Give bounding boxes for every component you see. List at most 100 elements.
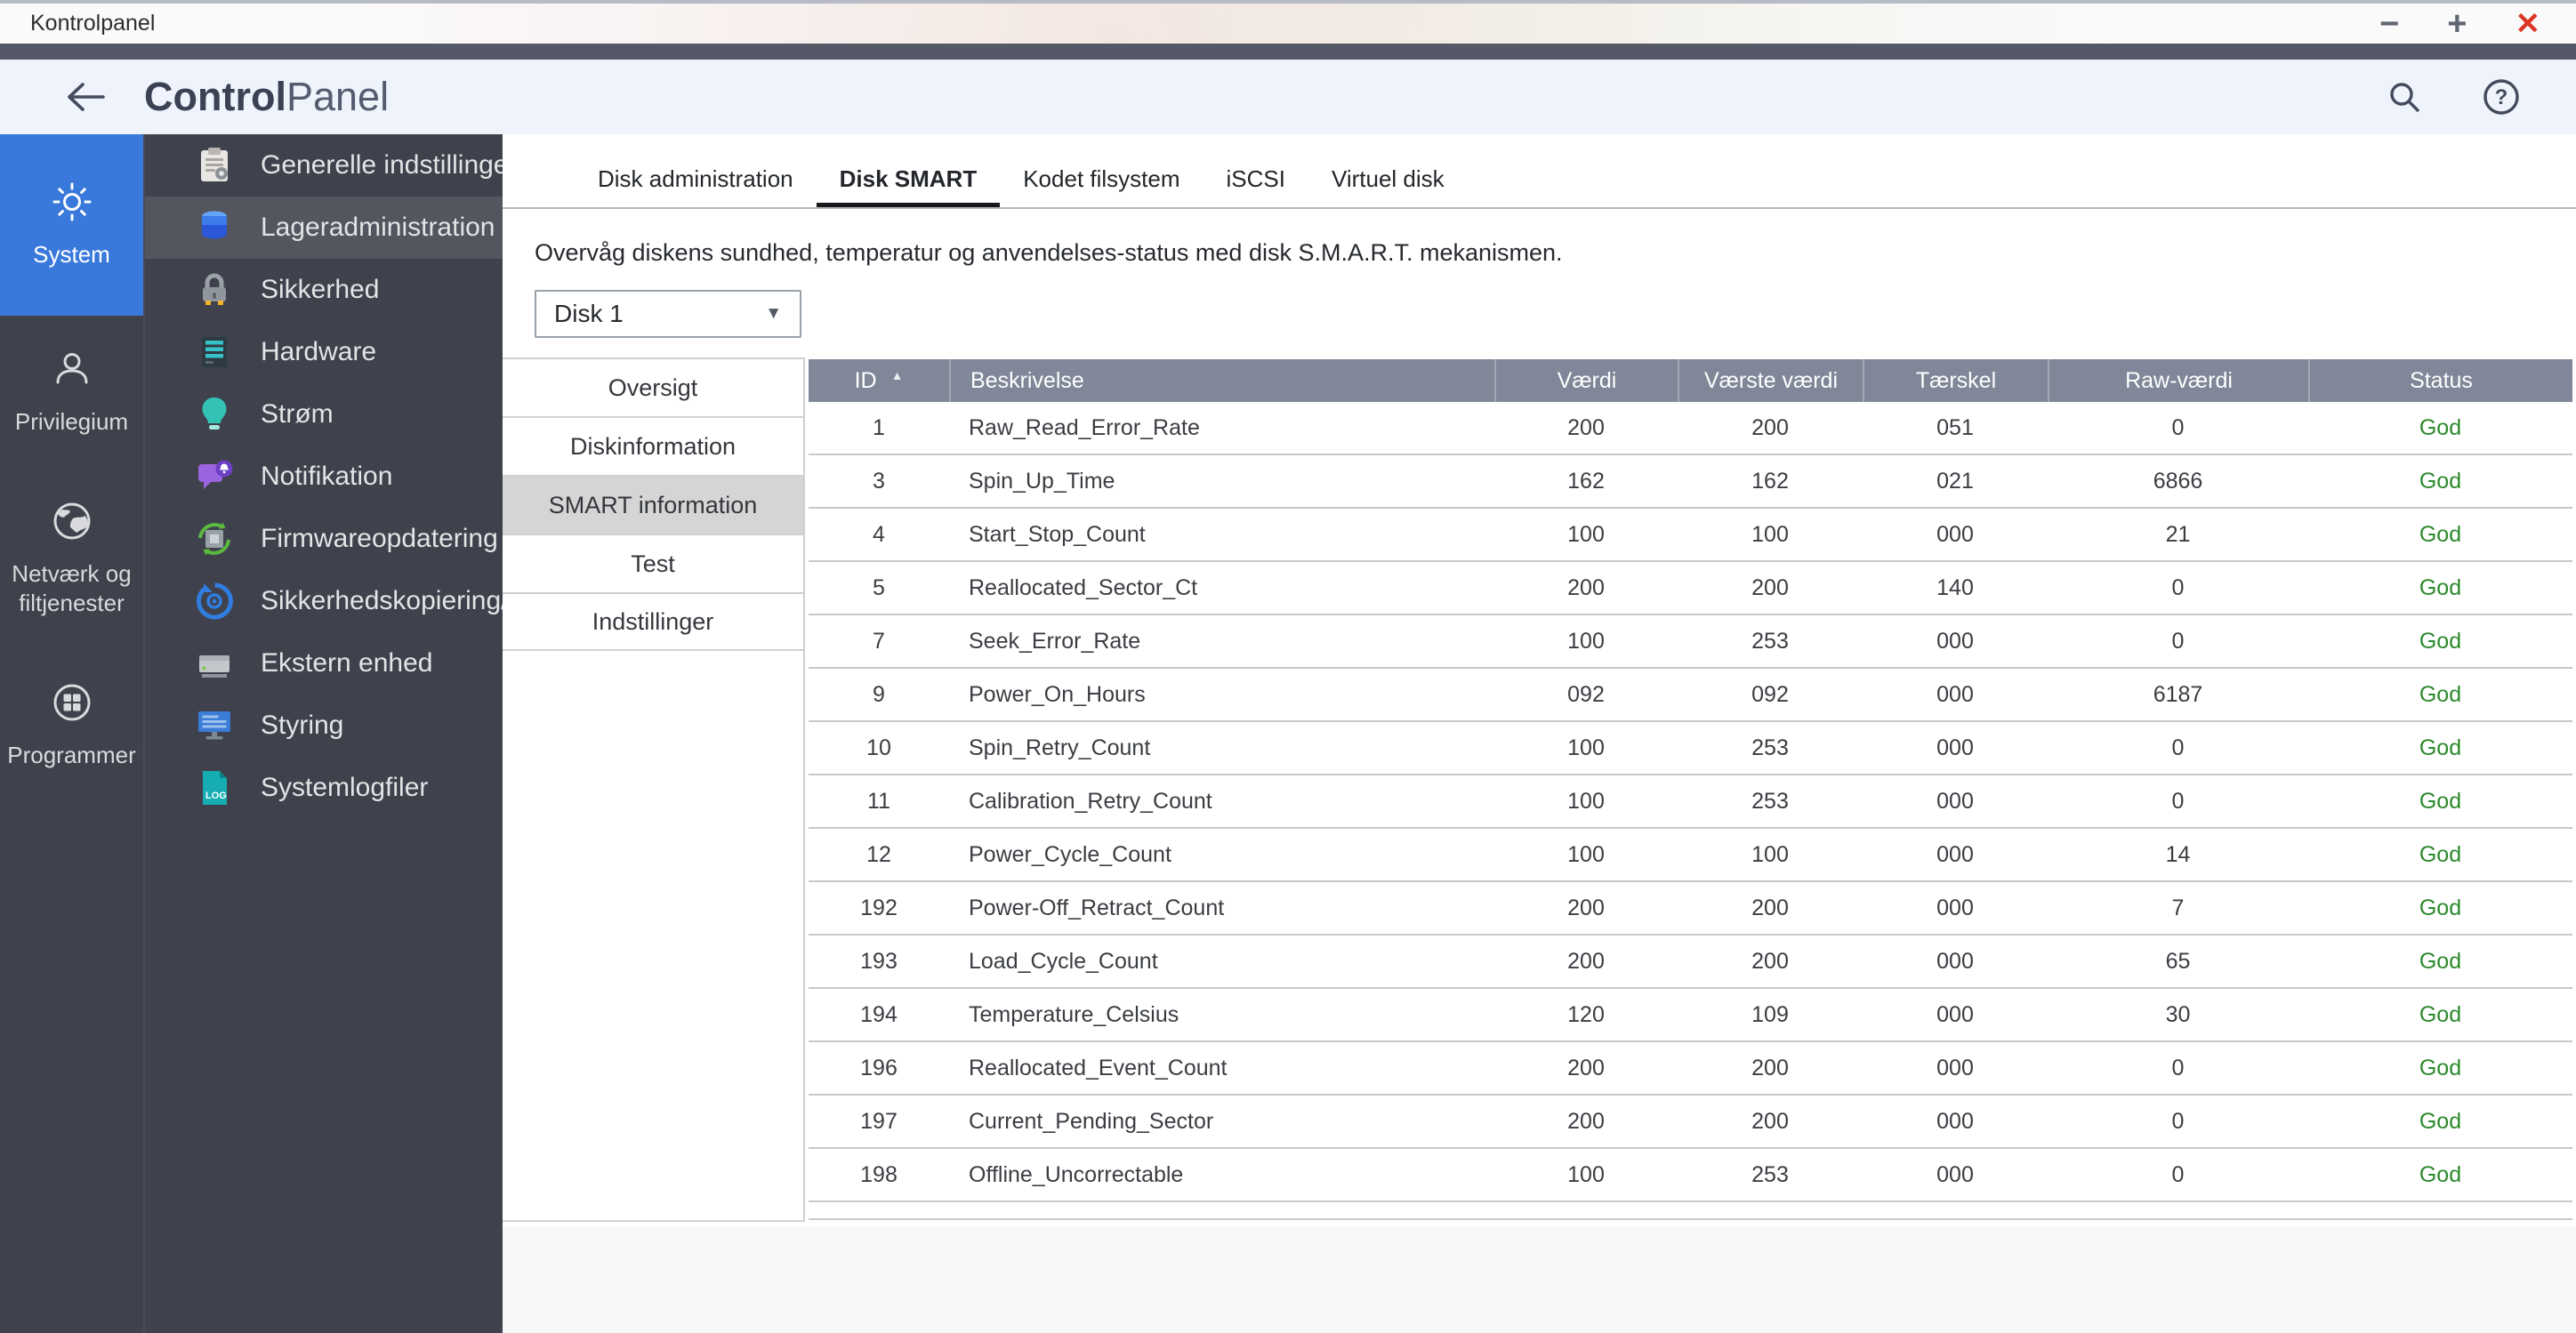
content-footer-strip [503,1227,2576,1333]
category-item-backup[interactable]: Sikkerhedskopiering/Gen... [145,570,503,632]
table-cell: 6866 [2153,468,2203,494]
table-row[interactable]: 198 Offline_Uncorrectable 100 253 000 0 God [809,1149,2572,1202]
category-item-security[interactable]: Sikkerhed [145,259,503,321]
column-header-label: Værdi [1557,367,1617,393]
table-cell: 000 [1936,895,1974,920]
table-cell: 200 [1567,1108,1605,1134]
table-row[interactable]: 194 Temperature_Celsius 120 109 000 30 God [809,989,2572,1042]
category-item-label: Sikkerhedskopiering/Gen... [261,586,503,615]
category-item-storage[interactable]: Lageradministration [145,197,503,259]
help-icon[interactable]: ? [2482,77,2521,116]
table-row[interactable]: 193 Load_Cycle_Count 200 200 000 65 God [809,936,2572,989]
back-button[interactable] [66,81,107,113]
column-header-værdi[interactable]: Værdi [1494,359,1678,402]
table-cell: 194 [860,1001,898,1027]
category-item-notification[interactable]: Notifikation [145,446,503,508]
table-cell: 100 [1751,521,1789,547]
section-smart-information[interactable]: SMART information [503,475,803,534]
table-cell: Load_Cycle_Count [969,948,1158,974]
sync-icon [195,582,234,621]
table-cell: Current_Pending_Sector [969,1108,1214,1134]
tab-kodet-filsystem[interactable]: Kodet filsystem [1000,165,1203,207]
drive-icon [195,644,234,683]
gear-icon [51,181,93,228]
table-cell: 109 [1751,1001,1789,1027]
table-row[interactable]: 192 Power-Off_Retract_Count 200 200 000 7 God [809,882,2572,936]
table-cell: 200 [1751,574,1789,600]
table-row[interactable]: 7 Seek_Error_Rate 100 253 000 0 God [809,615,2572,669]
table-cell: Reallocated_Sector_Ct [969,574,1198,600]
table-row[interactable]: 10 Spin_Retry_Count 100 253 000 0 God [809,722,2572,775]
maximize-button[interactable]: + [2447,7,2467,41]
search-icon[interactable] [2386,78,2423,116]
tab-virtuel-disk[interactable]: Virtuel disk [1308,165,1468,207]
table-cell: 092 [1751,681,1789,707]
category-item-external[interactable]: Ekstern enhed [145,632,503,695]
status-cell: God [2419,628,2462,654]
column-header-beskrivelse[interactable]: Beskrivelse [949,359,1494,402]
table-cell: Start_Stop_Count [969,521,1146,547]
table-cell: 000 [1936,681,1974,707]
status-cell: God [2419,521,2462,547]
table-row[interactable]: 4 Start_Stop_Count 100 100 000 21 God [809,509,2572,562]
column-header-status[interactable]: Status [2308,359,2572,402]
category-item-hardware[interactable]: Hardware [145,321,503,383]
status-cell: God [2419,735,2462,760]
column-header-tærskel[interactable]: Tærskel [1863,359,2048,402]
table-row[interactable]: 12 Power_Cycle_Count 100 100 000 14 God [809,829,2572,882]
sidebar-item-applications[interactable]: Programmer [0,649,143,802]
section-indstillinger[interactable]: Indstillinger [503,592,803,651]
column-header-raw-værdi[interactable]: Raw-værdi [2048,359,2308,402]
disk-select-value: Disk 1 [554,300,624,327]
tab-disk-smart[interactable]: Disk SMART [816,165,1001,207]
sidebar-item-network[interactable]: Netværk og filtjenester [0,468,143,649]
column-header-id[interactable]: ID ▲ [809,359,949,402]
category-item-label: Styring [261,711,344,740]
category-item-general[interactable]: Generelle indstillinger [145,134,503,197]
column-header-værste-værdi[interactable]: Værste værdi [1678,359,1863,402]
tab-iscsi[interactable]: iSCSI [1203,165,1308,207]
table-row[interactable]: 196 Reallocated_Event_Count 200 200 000 0 God [809,1042,2572,1096]
category-item-control[interactable]: Styring [145,695,503,757]
logdoc-icon: LOG [195,768,234,807]
table-cell: Reallocated_Event_Count [969,1055,1228,1080]
section-diskinformation[interactable]: Diskinformation [503,416,803,475]
category-item-power[interactable]: Strøm [145,383,503,446]
table-row[interactable]: 11 Calibration_Retry_Count 100 253 000 0 God [809,775,2572,829]
status-cell: God [2419,948,2462,974]
status-cell: God [2419,468,2462,494]
table-row[interactable]: 197 Current_Pending_Sector 200 200 000 0 God [809,1096,2572,1149]
description-text: Overvåg diskens sundhed, temperatur og a… [535,239,1563,266]
svg-text:LOG: LOG [205,791,227,801]
sidebar-item-system[interactable]: System [0,134,143,316]
category-item-label: Firmwareopdatering [261,524,498,553]
category-item-label: Lageradministration [261,213,495,242]
disk-select[interactable]: Disk 1 ▼ [535,290,801,338]
chip-icon [195,519,234,558]
table-cell: 253 [1751,735,1789,760]
table-cell: 120 [1567,1001,1605,1027]
section-test[interactable]: Test [503,534,803,592]
close-button[interactable]: ✕ [2516,9,2541,39]
category-item-logs[interactable]: LOG Systemlogfiler [145,757,503,819]
table-cell: 200 [1751,895,1789,920]
chevron-down-icon: ▼ [765,304,782,323]
table-cell: 253 [1751,628,1789,654]
table-row[interactable]: 3 Spin_Up_Time 162 162 021 6866 God [809,455,2572,509]
table-row[interactable]: 9 Power_On_Hours 092 092 000 6187 God [809,669,2572,722]
table-cell: 000 [1936,1001,1974,1027]
category-item-firmware[interactable]: Firmwareopdatering [145,508,503,570]
category-item-label: Generelle indstillinger [261,150,503,180]
back-arrow-icon [68,83,105,111]
sort-asc-icon: ▲ [890,368,904,382]
sidebar-item-privilege[interactable]: Privilegium [0,316,143,469]
table-cell: Spin_Up_Time [969,468,1115,494]
window-titlebar: Kontrolpanel − + ✕ [0,0,2576,44]
section-oversigt[interactable]: Oversigt [503,357,803,416]
table-cell: 5 [873,574,885,600]
table-row[interactable]: 5 Reallocated_Sector_Ct 200 200 140 0 God [809,562,2572,615]
minimize-button[interactable]: − [2379,7,2399,41]
clipboard-icon [195,146,234,185]
table-row[interactable]: 1 Raw_Read_Error_Rate 200 200 051 0 God [809,402,2572,455]
tab-disk-administration[interactable]: Disk administration [575,165,817,207]
